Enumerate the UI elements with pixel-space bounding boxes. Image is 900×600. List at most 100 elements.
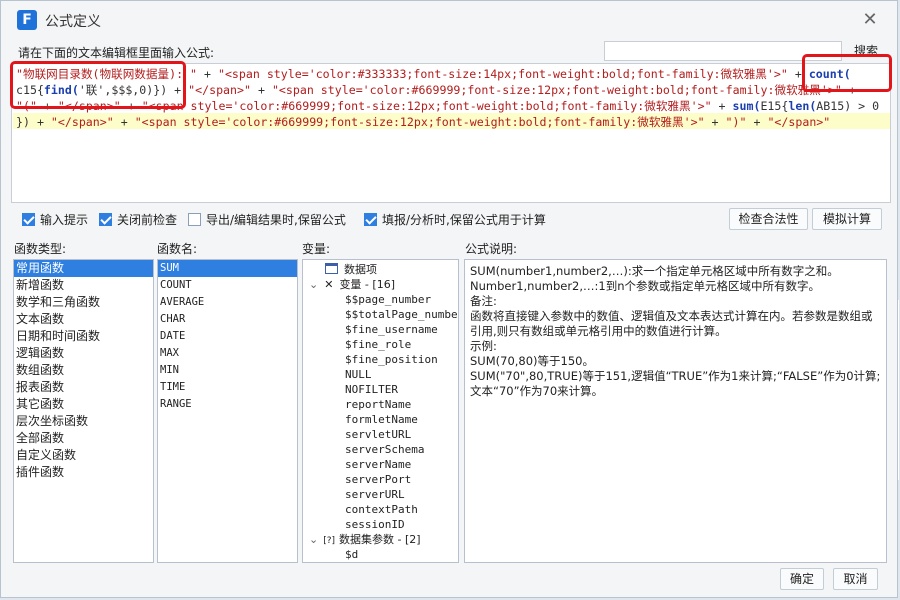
tree-label: serverURL [345, 488, 405, 501]
annotation-box-left [10, 61, 186, 109]
function-name-item[interactable]: CHAR [158, 311, 297, 328]
function-name-label: 函数名: [157, 242, 198, 256]
tree-item-variable[interactable]: serverName [345, 457, 411, 472]
tree-item-variable[interactable]: $$page_number [345, 292, 431, 307]
tree-item-variable[interactable]: serverPort [345, 472, 411, 487]
function-type-item[interactable]: 新增函数 [14, 277, 153, 294]
editor-hint-label: 请在下面的文本编辑框里面输入公式: [18, 46, 215, 60]
tree-label: $fine_position [345, 353, 438, 366]
tree-item-dataset-params[interactable]: ⌄ [?] 数据集参数 - [2] [309, 532, 421, 547]
code-token: "</span>" [767, 115, 831, 129]
keep-formula-export-label: 导出/编辑结果时,保留公式 [206, 212, 346, 227]
input-hint-checkbox-box[interactable] [22, 212, 35, 226]
function-type-item[interactable]: 日期和时间函数 [14, 328, 153, 345]
tree-item-variable[interactable]: serverSchema [345, 442, 424, 457]
tree-item-variable[interactable]: contextPath [345, 502, 418, 517]
tree-item-variable[interactable]: $$totalPage_number [345, 307, 458, 322]
function-name-item[interactable]: DATE [158, 328, 297, 345]
function-name-item[interactable]: MIN [158, 362, 297, 379]
formula-description: SUM(number1,number2,…):求一个指定单元格区域中所有数字之和… [464, 259, 887, 563]
app-logo-icon: F [17, 10, 37, 30]
tree-item-variable[interactable]: $fine_role [345, 337, 411, 352]
function-type-item[interactable]: 常用函数 [14, 260, 153, 277]
description-paragraph: 备注: [470, 294, 497, 308]
simulate-button[interactable]: 模拟计算 [812, 208, 882, 230]
tree-label: $$page_number [345, 293, 432, 306]
close-icon[interactable]: ✕ [859, 9, 881, 31]
tree-label: servletURL [345, 428, 412, 441]
tree-item-variable[interactable]: NULL [345, 367, 372, 382]
function-name-item[interactable]: AVERAGE [158, 294, 297, 311]
code-token: "<span style='color:#333333;font-size:14… [217, 67, 788, 81]
function-type-item[interactable]: 其它函数 [14, 396, 153, 413]
tree-item-variable[interactable]: $fine_username [345, 322, 438, 337]
ok-button[interactable]: 确定 [780, 568, 824, 590]
tree-label: sessionID [345, 518, 405, 531]
dataset-param-icon: [?] [323, 536, 336, 546]
function-type-item[interactable]: 报表函数 [14, 379, 153, 396]
code-token: ")" [725, 115, 747, 129]
tree-item-variable[interactable]: sessionID [345, 517, 405, 532]
code-token: + [711, 99, 733, 113]
tree-item-variable[interactable]: servletURL [345, 427, 411, 442]
function-type-item[interactable]: 层次坐标函数 [14, 413, 153, 430]
function-type-item[interactable]: 数组函数 [14, 362, 153, 379]
function-type-item[interactable]: 数学和三角函数 [14, 294, 153, 311]
title-bar: F 公式定义 ✕ [1, 1, 897, 39]
function-type-item[interactable]: 逻辑函数 [14, 345, 153, 362]
tree-item-data-item[interactable]: 数据项 [325, 262, 377, 277]
function-name-item[interactable]: COUNT [158, 277, 297, 294]
variable-label: 变量: [302, 242, 331, 256]
tree-label: NOFILTER [345, 383, 398, 396]
code-token: + [197, 67, 218, 81]
description-paragraph: SUM(70,80)等于150。 [470, 354, 594, 368]
function-name-list[interactable]: SUM COUNT AVERAGE CHAR DATE MAX MIN TIME RANGE [157, 259, 298, 563]
tree-item-variable[interactable]: NOFILTER [345, 382, 398, 397]
code-token: "<span style='color:#669999;font-size:12… [271, 83, 842, 97]
code-line-4: }) + "</span>" + "<span style='color:#66… [16, 114, 830, 130]
cancel-button[interactable]: 取消 [833, 568, 878, 590]
variable-group-icon: ✕ [324, 278, 334, 291]
tree-item-variable[interactable]: reportName [345, 397, 411, 412]
tree-item-variable[interactable]: serverURL [345, 487, 405, 502]
function-type-item[interactable]: 插件函数 [14, 464, 153, 481]
function-type-item[interactable]: 自定义函数 [14, 447, 153, 464]
tree-label: serverSchema [345, 443, 425, 456]
chevron-down-icon[interactable]: ⌄ [309, 533, 318, 546]
function-type-item[interactable]: 全部函数 [14, 430, 153, 447]
keep-formula-fill-checkbox[interactable]: 填报/分析时,保留公式用于计算 [364, 211, 546, 227]
tree-item-variable-group[interactable]: ⌄ ✕ 变量 - [16] [309, 277, 395, 292]
function-name-item[interactable]: SUM [158, 260, 297, 277]
check-validity-button[interactable]: 检查合法性 [729, 208, 808, 230]
annotation-box-right [802, 54, 892, 92]
check-before-close-box[interactable] [99, 212, 112, 226]
function-type-item[interactable]: 文本函数 [14, 311, 153, 328]
keep-formula-fill-box[interactable] [364, 212, 377, 226]
tree-label: serverPort [345, 473, 412, 486]
tree-label: 数据项 [344, 263, 377, 276]
keep-formula-export-checkbox[interactable]: 导出/编辑结果时,保留公式 [188, 211, 346, 227]
input-hint-checkbox[interactable]: 输入提示 [22, 211, 88, 227]
function-name-item[interactable]: TIME [158, 379, 297, 396]
tree-label: formletName [345, 413, 418, 426]
chevron-down-icon[interactable]: ⌄ [309, 278, 318, 291]
code-token: "<span style='color:#669999;font-size:12… [141, 99, 712, 113]
code-token: }) + [16, 115, 51, 129]
function-type-list[interactable]: 常用函数 新增函数 数学和三角函数 文本函数 日期和时间函数 逻辑函数 数组函数 报表函数 其它… [13, 259, 154, 563]
tree-item-variable[interactable]: formletName [345, 412, 418, 427]
check-before-close-label: 关闭前检查 [117, 212, 178, 227]
keep-formula-export-box[interactable] [188, 212, 201, 226]
tree-label: $fine_username [345, 323, 438, 336]
code-token: + [250, 83, 272, 97]
check-before-close-checkbox[interactable]: 关闭前检查 [99, 211, 177, 227]
tree-item-variable[interactable]: $fine_position [345, 352, 438, 367]
tree-label: NULL [345, 368, 372, 381]
table-icon [325, 263, 338, 274]
tree-item-dataset-param[interactable]: $d [345, 547, 358, 562]
variable-tree[interactable]: 数据项 ⌄ ✕ 变量 - [16] $$page_number $$totalPage_n… [302, 259, 459, 563]
function-name-item[interactable]: MAX [158, 345, 297, 362]
function-name-item[interactable]: RANGE [158, 396, 297, 413]
keep-formula-fill-label: 填报/分析时,保留公式用于计算 [382, 212, 546, 227]
tree-label: $d [345, 548, 359, 561]
code-token: AB15) > 0 [816, 99, 880, 113]
